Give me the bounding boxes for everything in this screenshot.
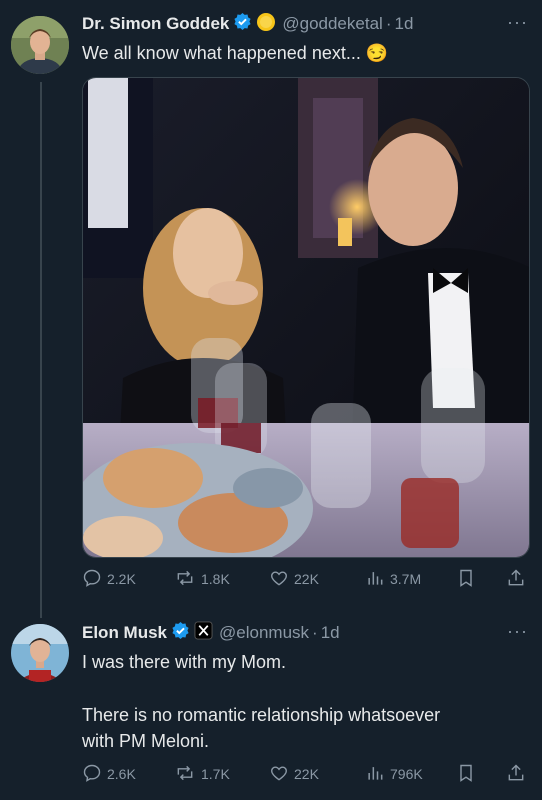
share-icon bbox=[506, 763, 531, 786]
tweet1-repost-count: 1.8K bbox=[201, 571, 230, 587]
tweet2-repost-button[interactable]: 1.7K bbox=[174, 762, 230, 786]
tweet1-like-button[interactable]: 22K bbox=[269, 567, 319, 591]
separator-dot: · bbox=[312, 623, 318, 642]
verified-badge-icon bbox=[171, 621, 190, 645]
bookmark-icon bbox=[456, 568, 481, 591]
tweet2-reply-button[interactable]: 2.6K bbox=[82, 762, 136, 786]
tweet1-view-count: 3.7M bbox=[390, 571, 422, 587]
tweet2-bookmark-button[interactable] bbox=[456, 762, 481, 786]
tweet2-like-count: 22K bbox=[294, 766, 319, 782]
tweet1-header: Dr. Simon Goddek @goddeketal · 1d bbox=[82, 12, 413, 36]
simon-goddek-avatar[interactable] bbox=[11, 16, 69, 74]
gold-badge-icon bbox=[256, 12, 276, 37]
share-icon bbox=[506, 568, 531, 591]
tweet2-text-line3: with PM Meloni. bbox=[82, 731, 210, 751]
tweet2-more-options-icon[interactable]: ··· bbox=[507, 621, 528, 642]
like-icon bbox=[269, 568, 294, 591]
tweet2-text-line1: I was there with my Mom. bbox=[82, 652, 287, 672]
tweet2-text-line2: There is no romantic relationship whatso… bbox=[82, 705, 441, 725]
views-icon bbox=[365, 763, 390, 786]
like-icon bbox=[269, 763, 294, 786]
tweet1-reply-button[interactable]: 2.2K bbox=[82, 567, 136, 591]
repost-icon bbox=[174, 763, 201, 786]
repost-icon bbox=[174, 568, 201, 591]
tweet2-reply-count: 2.6K bbox=[107, 766, 136, 782]
bookmark-icon bbox=[456, 763, 481, 786]
tweet2-repost-count: 1.7K bbox=[201, 766, 230, 782]
tweet2-action-bar: 2.6K 1.7K 22K 796K bbox=[82, 762, 532, 786]
tweet1-repost-button[interactable]: 1.8K bbox=[174, 567, 230, 591]
tweet2-timestamp[interactable]: 1d bbox=[321, 623, 340, 643]
tweet1-bookmark-button[interactable] bbox=[456, 567, 481, 591]
elon-musk-avatar[interactable] bbox=[11, 624, 69, 682]
tweet1-author-name[interactable]: Dr. Simon Goddek bbox=[82, 14, 229, 34]
tweet2-view-count: 796K bbox=[390, 766, 423, 782]
views-icon bbox=[365, 568, 390, 591]
tweet1-photo[interactable] bbox=[82, 77, 530, 558]
tweet1-action-bar: 2.2K 1.8K 22K 3.7M bbox=[82, 567, 532, 591]
tweet2-views-button[interactable]: 796K bbox=[365, 762, 423, 786]
tweet2-handle[interactable]: @elonmusk bbox=[219, 623, 309, 643]
tweet2-author-name[interactable]: Elon Musk bbox=[82, 623, 167, 643]
tweet2-like-button[interactable]: 22K bbox=[269, 762, 319, 786]
x-affiliate-icon bbox=[194, 621, 213, 645]
tweet1-text: We all know what happened next... 😏 bbox=[82, 41, 388, 65]
tweet2-header: Elon Musk @elonmusk · 1d bbox=[82, 621, 340, 645]
separator-dot: · bbox=[385, 14, 392, 33]
reply-icon bbox=[82, 763, 107, 786]
thread-connector-line bbox=[40, 82, 42, 618]
tweet1-more-options-icon[interactable]: ··· bbox=[507, 12, 528, 33]
tweet1-handle[interactable]: @goddeketal bbox=[282, 14, 382, 34]
tweet1-text-body: We all know what happened next... bbox=[82, 43, 361, 63]
smirk-emoji-icon: 😏 bbox=[365, 43, 389, 63]
verified-badge-icon bbox=[233, 12, 252, 36]
tweet1-timestamp[interactable]: 1d bbox=[394, 14, 413, 34]
tweet1-like-count: 22K bbox=[294, 571, 319, 587]
tweet1-views-button[interactable]: 3.7M bbox=[365, 567, 421, 591]
tweet2-share-button[interactable] bbox=[506, 762, 531, 786]
tweet1-share-button[interactable] bbox=[506, 567, 531, 591]
tweet1-reply-count: 2.2K bbox=[107, 571, 136, 587]
reply-icon bbox=[82, 568, 107, 591]
